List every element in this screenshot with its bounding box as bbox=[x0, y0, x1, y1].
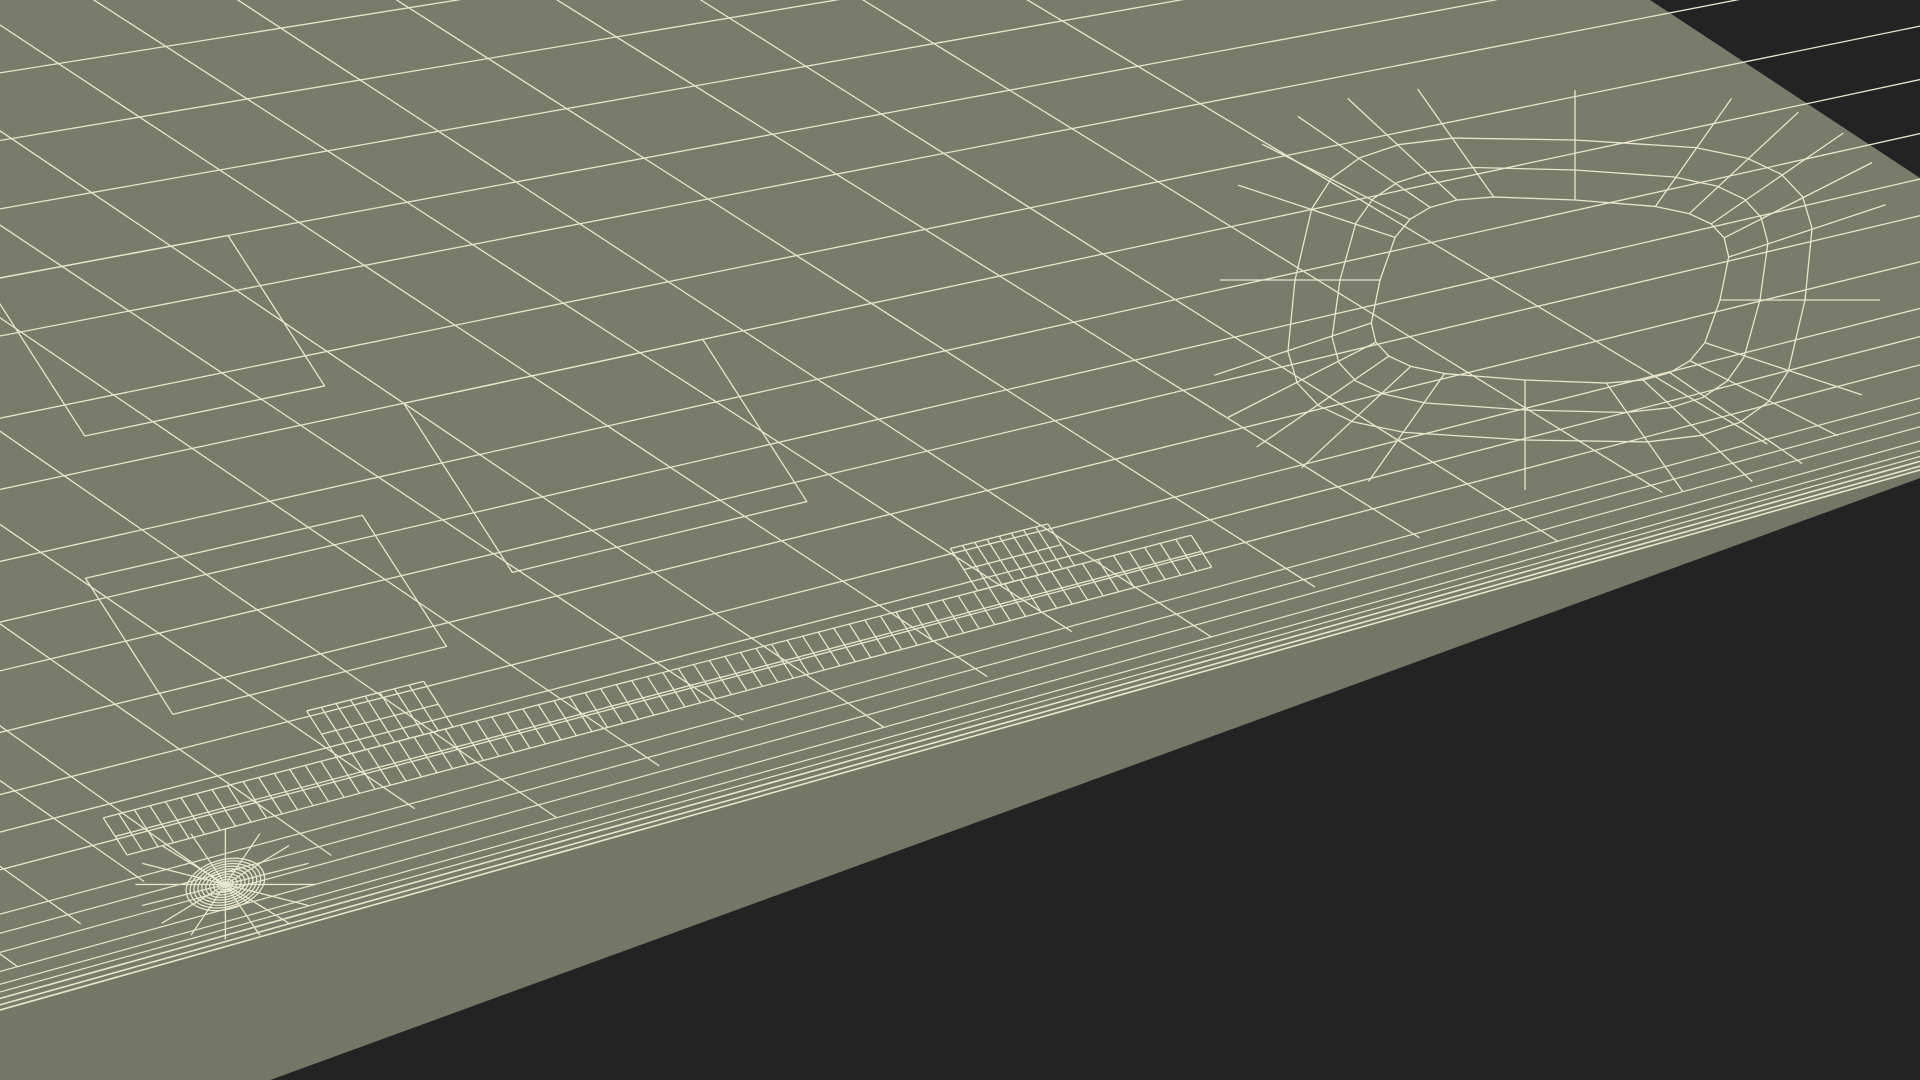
3d-viewport bbox=[0, 0, 1920, 1080]
wireframe-render bbox=[0, 0, 1920, 1080]
